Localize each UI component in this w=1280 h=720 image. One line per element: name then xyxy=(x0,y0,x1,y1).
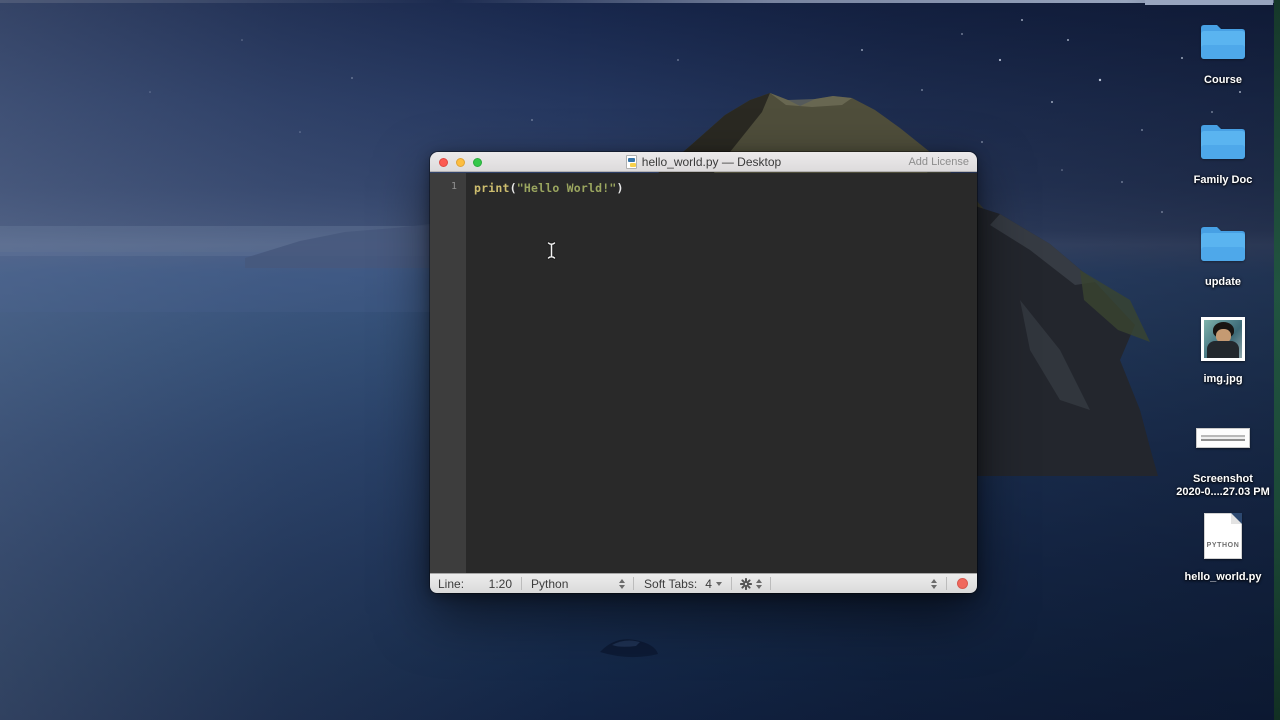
code-paren-open: ( xyxy=(509,181,517,195)
window-title: hello_world.py — Desktop xyxy=(641,155,782,169)
photo-thumbnail-icon xyxy=(1201,317,1245,361)
desktop-icon-label: update xyxy=(1204,276,1242,288)
code-keyword: print xyxy=(474,181,510,195)
top-edge-artifact-bright xyxy=(1145,0,1273,5)
screenshot-thumbnail-icon xyxy=(1196,428,1250,448)
code-string: "Hello World!" xyxy=(516,181,617,195)
desktop-icon-family-doc[interactable]: Family Doc xyxy=(1173,120,1273,187)
window-title-area: hello_world.py — Desktop xyxy=(430,152,977,172)
line-label: Line: xyxy=(438,576,465,591)
desktop-icon-hello-world-py[interactable]: PYTHON hello_world.py xyxy=(1173,513,1273,584)
desktop-icon-img-jpg[interactable]: img.jpg xyxy=(1173,317,1273,386)
desktop-icon-label: hello_world.py xyxy=(1184,571,1262,583)
desktop-icon-label: Screenshot 2020-0....27.03 PM xyxy=(1176,473,1270,498)
symbol-selector[interactable] xyxy=(931,578,937,589)
soft-tabs-label: Soft Tabs: xyxy=(644,576,698,591)
document-proxy-icon[interactable] xyxy=(625,155,637,169)
desktop-icon-label: img.jpg xyxy=(1203,373,1243,385)
video-artifact-strip xyxy=(1274,0,1280,720)
stepper-icon xyxy=(619,578,626,589)
folder-icon xyxy=(1201,227,1245,261)
bundle-actions-button[interactable] xyxy=(739,577,762,590)
editor-window: hello_world.py — Desktop Add License 1 p… xyxy=(430,152,977,593)
desktop-icon-course[interactable]: Course xyxy=(1173,20,1273,87)
stepper-icon xyxy=(755,578,762,589)
folder-icon xyxy=(1201,125,1245,159)
desktop-icon-screenshot[interactable]: Screenshot 2020-0....27.03 PM xyxy=(1173,418,1273,499)
top-edge-artifact xyxy=(0,0,1280,3)
python-file-badge: PYTHON xyxy=(1206,542,1240,549)
macro-record-button[interactable] xyxy=(957,578,968,589)
page-fold xyxy=(1231,513,1242,524)
gear-icon xyxy=(739,577,752,590)
folder-icon xyxy=(1201,25,1245,59)
chevron-down-icon xyxy=(715,581,722,586)
code-paren-close: ) xyxy=(616,181,624,195)
language-value: Python xyxy=(531,576,569,591)
line-number: 1 xyxy=(450,181,457,192)
soft-tabs-selector[interactable]: 4 xyxy=(705,577,722,591)
line-value: 1:20 xyxy=(488,576,513,591)
window-titlebar[interactable]: hello_world.py — Desktop Add License xyxy=(430,152,977,172)
code-content: print("Hello World!") xyxy=(466,173,624,573)
desktop-icon-label: Family Doc xyxy=(1193,174,1253,186)
add-license-button[interactable]: Add License xyxy=(908,152,969,172)
desktop: Course Family Doc update img.jpg Screens… xyxy=(0,0,1280,720)
soft-tabs-value: 4 xyxy=(705,576,712,591)
desktop-icon-label: Course xyxy=(1204,74,1242,86)
python-file-icon: PYTHON xyxy=(1204,513,1242,559)
code-editor[interactable]: 1 print("Hello World!") xyxy=(430,173,977,573)
desktop-icon-update[interactable]: update xyxy=(1173,222,1273,289)
language-selector[interactable]: Python xyxy=(531,576,626,591)
stepper-icon xyxy=(931,578,937,589)
line-number-gutter: 1 xyxy=(430,173,466,573)
status-bar: Line: 1:20 Python Soft Tabs: 4 xyxy=(430,573,977,593)
